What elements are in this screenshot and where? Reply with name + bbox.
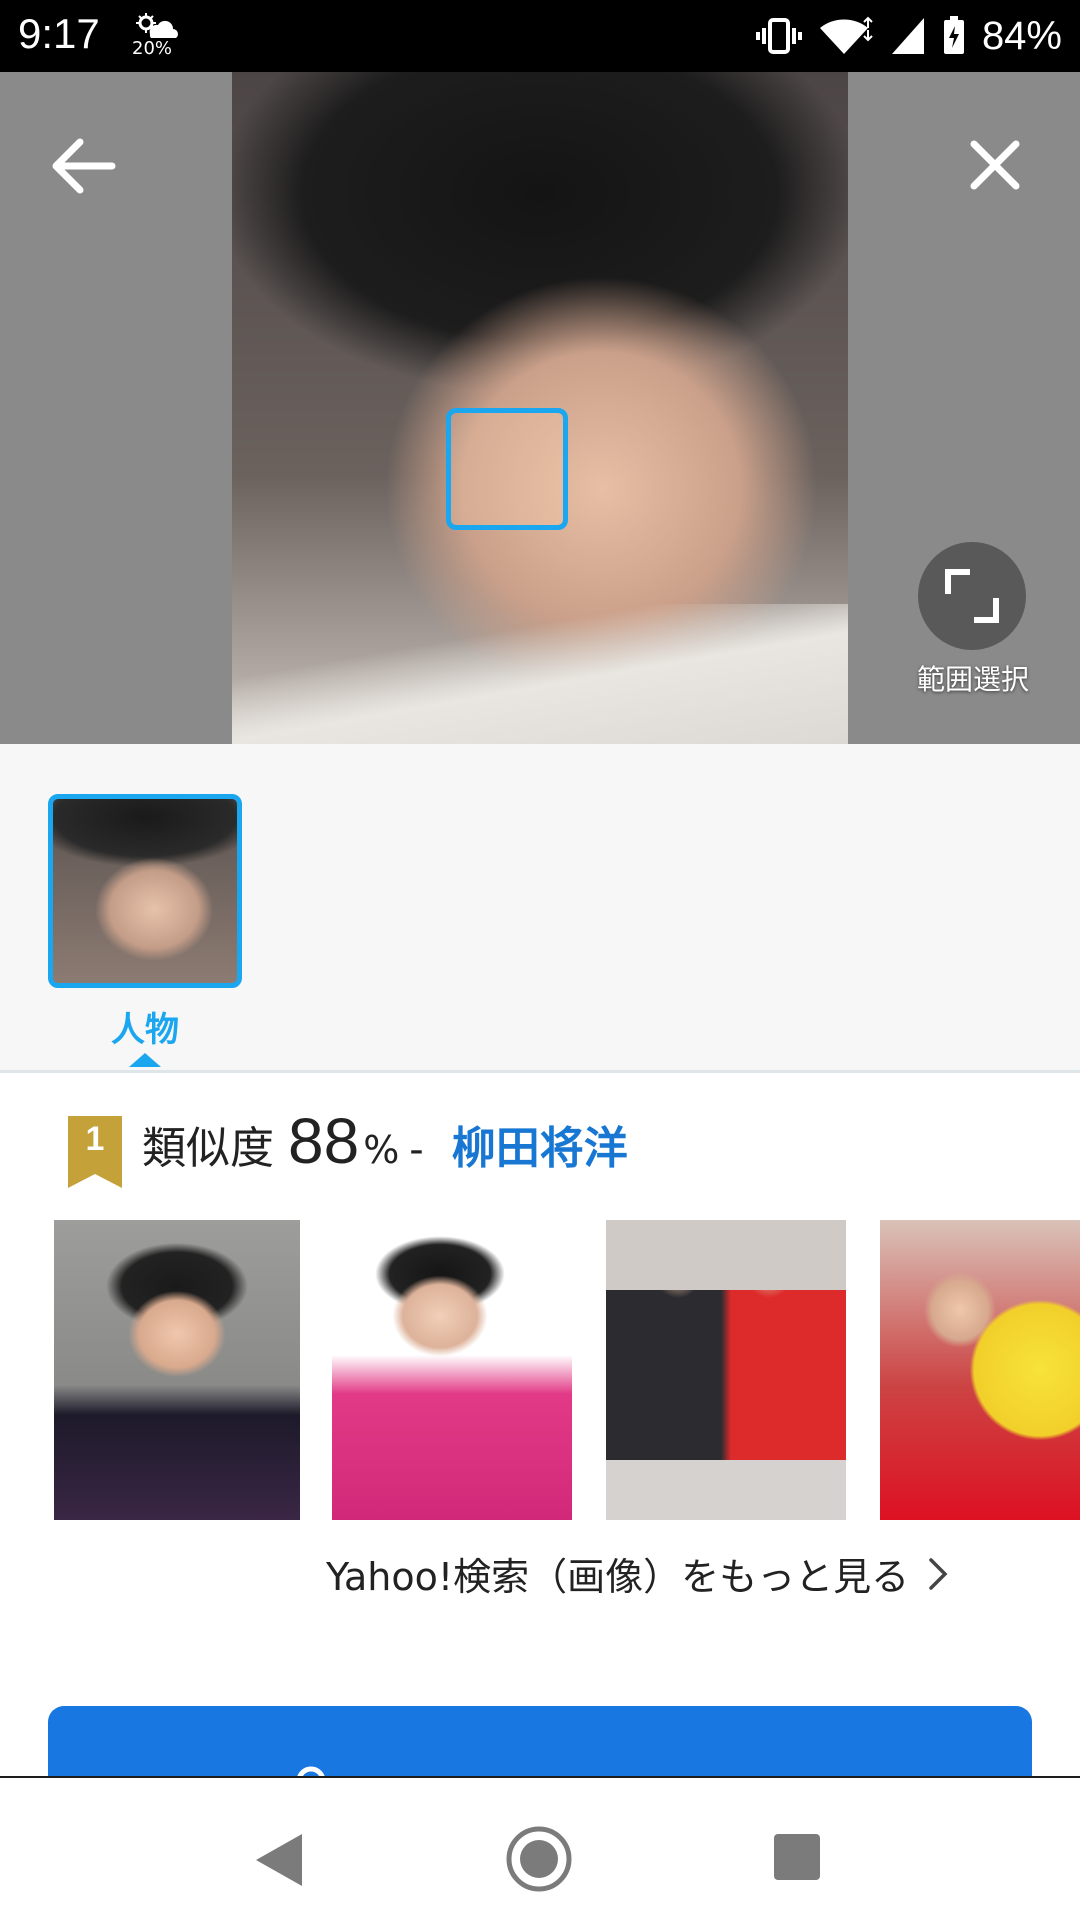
more-results-link[interactable]: Yahoo!検索（画像）をもっと見る	[326, 1546, 949, 1601]
selected-indicator	[129, 1053, 161, 1067]
nav-home-icon[interactable]	[504, 1824, 574, 1894]
nav-back-icon[interactable]	[252, 1830, 306, 1890]
weather-percent: 20%	[132, 38, 173, 59]
category-label[interactable]: 人物	[48, 1002, 242, 1051]
range-select-label: 範囲選択	[916, 663, 1029, 696]
rank-badge: 1	[68, 1116, 122, 1188]
close-icon[interactable]	[962, 132, 1028, 198]
result-image[interactable]	[606, 1220, 846, 1520]
vibrate-icon	[755, 18, 802, 54]
image-background	[606, 1220, 846, 1290]
result-image[interactable]	[332, 1220, 572, 1520]
range-select-button[interactable]	[918, 542, 1026, 650]
weather-icon	[136, 13, 178, 38]
similarity-dash: -	[409, 1127, 424, 1173]
result-image[interactable]	[880, 1220, 1080, 1520]
result-image[interactable]	[54, 1220, 300, 1520]
more-results-label: Yahoo!検索（画像）をもっと見る	[326, 1555, 910, 1599]
status-bar: 9:17 20% 84%	[0, 0, 1080, 72]
image-floor	[606, 1460, 846, 1520]
rank-number: 1	[85, 1120, 105, 1158]
result-section: 1 類似度 88 % - 柳田将洋 Yahoo!検索（画像）をもっと見る	[0, 1074, 1080, 1774]
chevron-right-icon	[929, 1557, 948, 1590]
face-focus-box[interactable]	[446, 408, 568, 530]
nav-recents-icon[interactable]	[774, 1834, 820, 1880]
system-nav-bar	[0, 1776, 1080, 1922]
battery-percent: 84%	[981, 13, 1062, 58]
back-arrow-icon[interactable]	[42, 126, 122, 206]
person-thumbnail[interactable]	[48, 794, 242, 988]
photo-shirt	[232, 604, 848, 744]
person-name-link[interactable]: 柳田将洋	[452, 1112, 628, 1176]
wifi-icon	[819, 16, 873, 55]
similarity-value: 88	[288, 1105, 360, 1177]
crop-corners-icon	[945, 569, 999, 623]
weather-indicator: 20%	[132, 12, 182, 62]
similarity-label: 類似度	[142, 1123, 274, 1174]
image-viewer: 範囲選択	[0, 72, 1080, 744]
battery-icon	[943, 16, 964, 54]
similarity-unit: %	[363, 1128, 400, 1172]
signal-icon	[891, 18, 924, 54]
result-image-strip	[54, 1220, 1080, 1520]
category-tray: 人物	[0, 744, 1080, 1073]
status-time: 9:17	[18, 10, 100, 57]
similarity-line: 類似度 88 % - 柳田将洋	[142, 1104, 628, 1184]
